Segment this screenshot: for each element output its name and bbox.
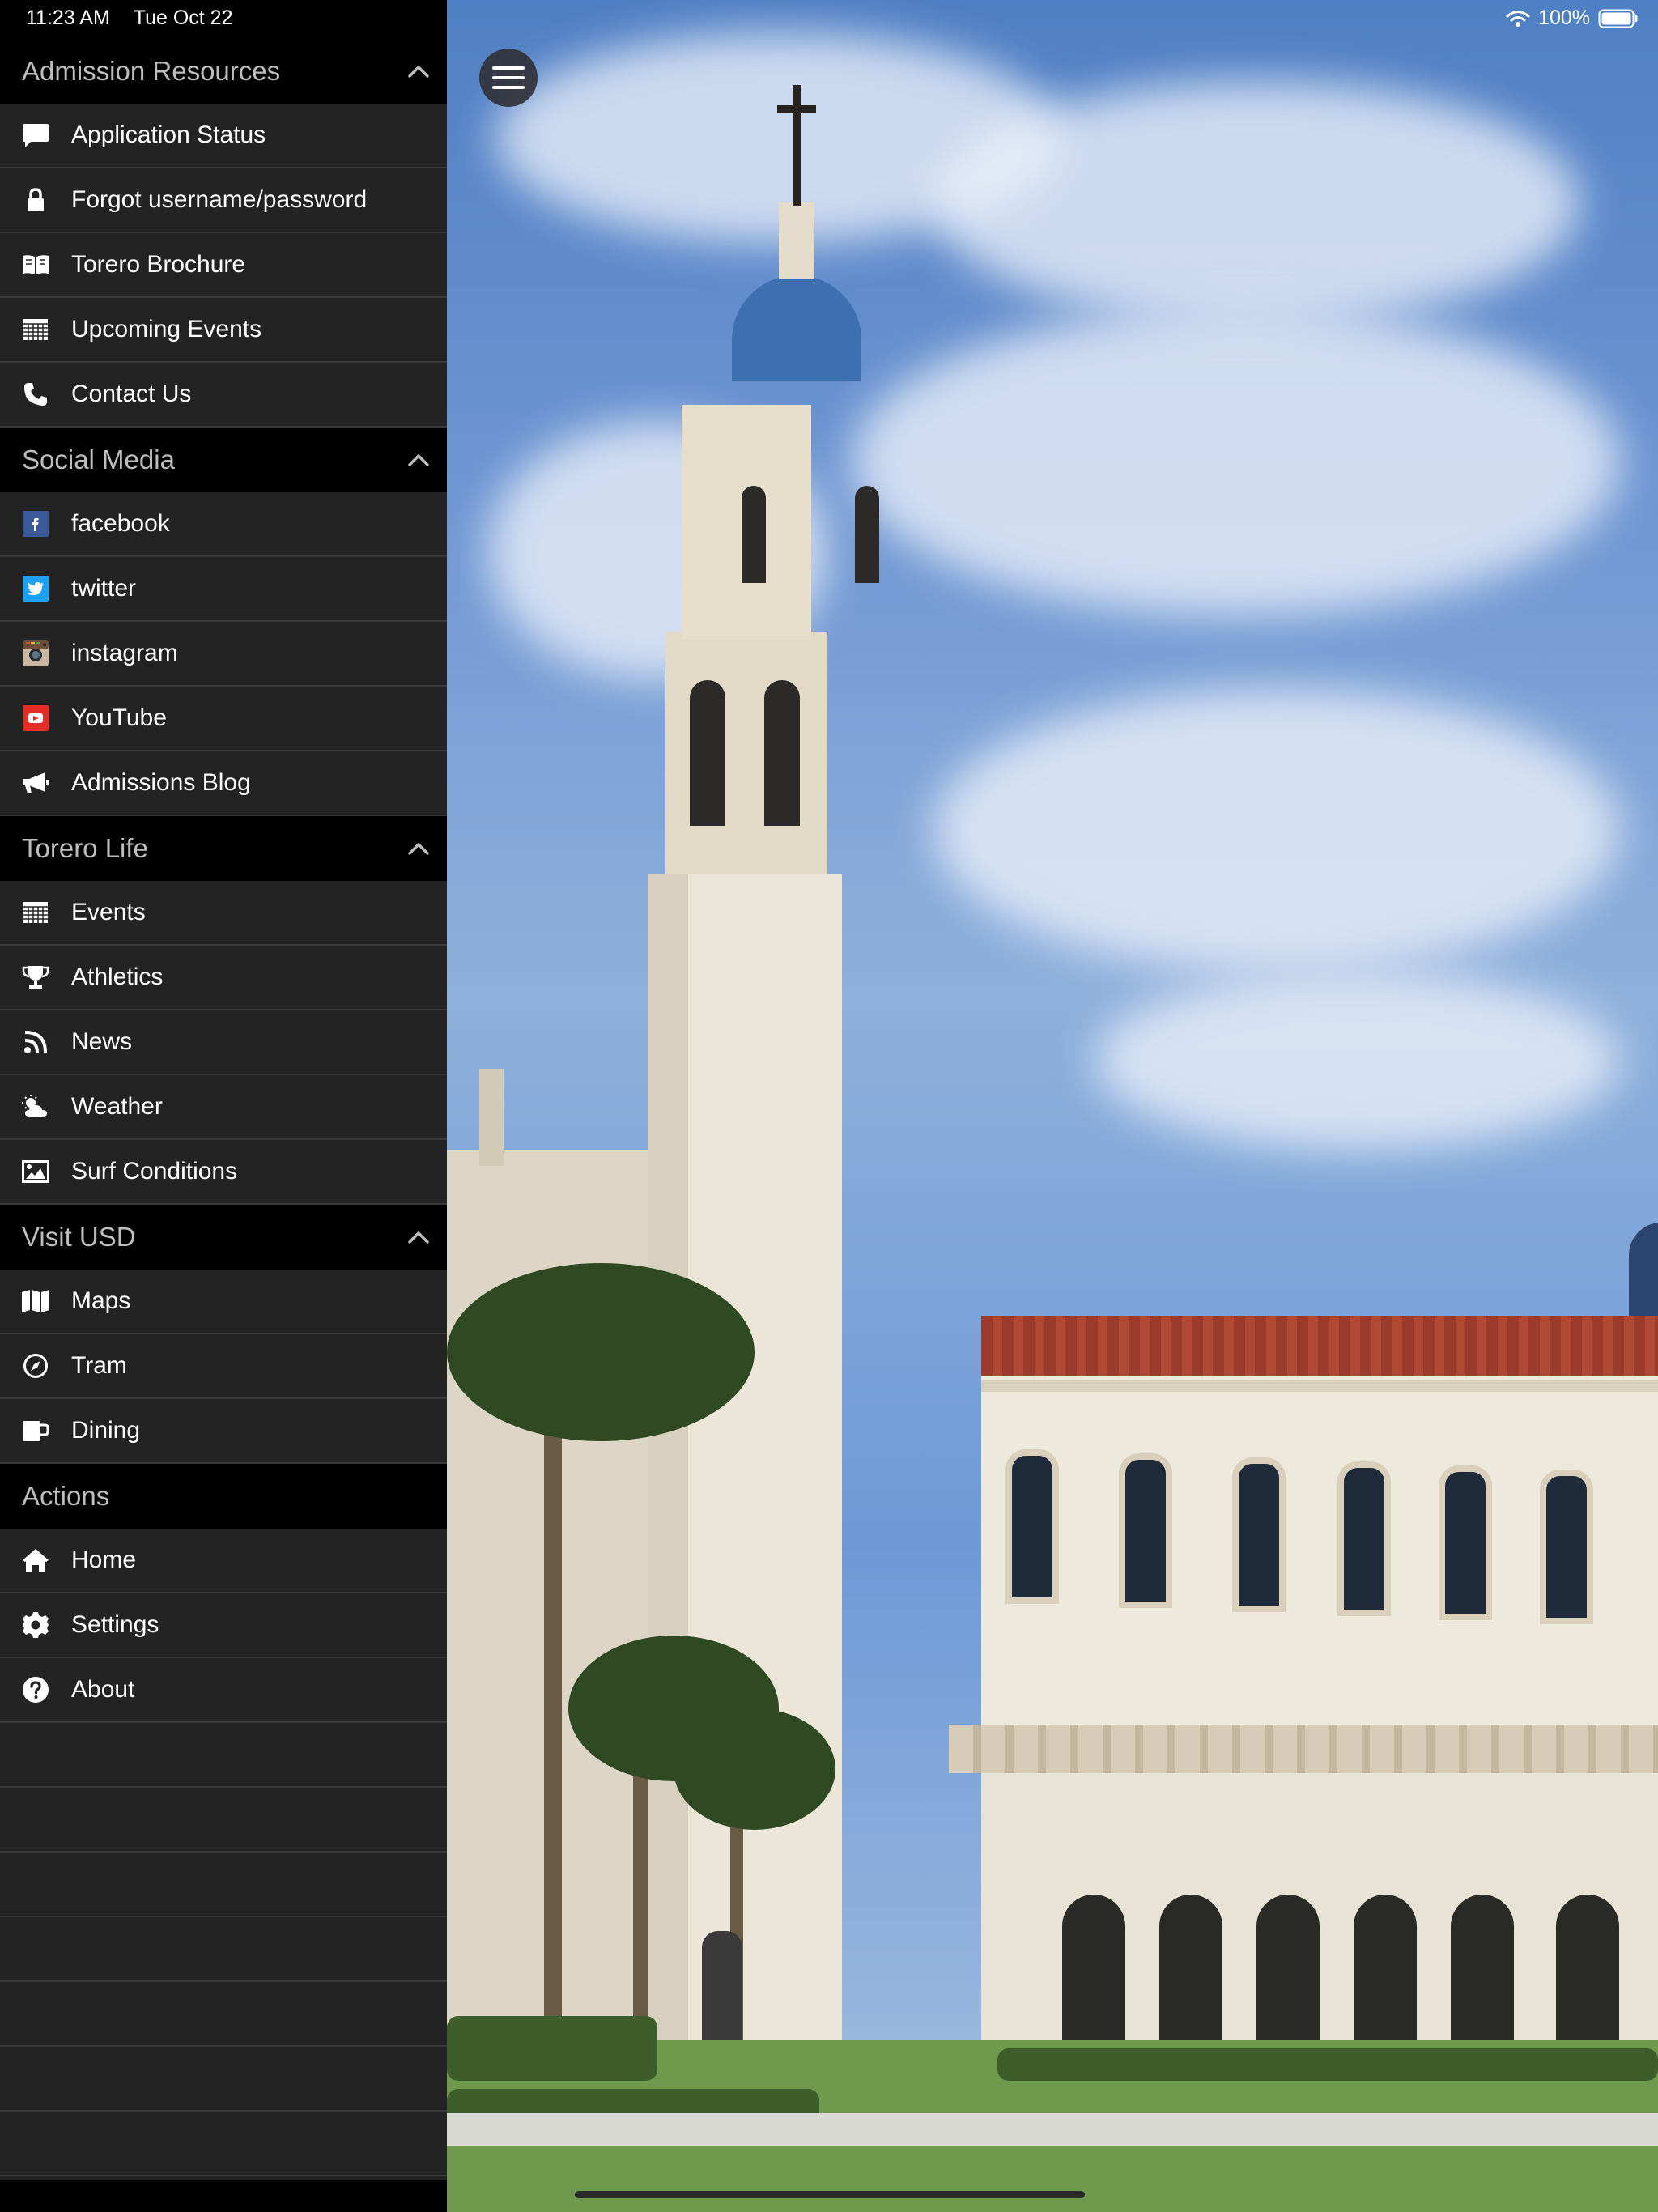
picture-icon <box>21 1157 50 1186</box>
menu-item-label: facebook <box>71 510 170 537</box>
menu-item-athletics[interactable]: Athletics <box>0 946 447 1010</box>
speech-bubble-icon <box>21 121 50 150</box>
calendar-grid-icon <box>21 898 50 927</box>
youtube-icon <box>21 704 50 733</box>
menu-item-tram[interactable]: Tram <box>0 1334 447 1399</box>
phone-icon <box>21 380 50 409</box>
battery-percentage: 100% <box>1538 6 1590 29</box>
facebook-icon <box>21 509 50 538</box>
menu-item-instagram[interactable]: instagram <box>0 622 447 687</box>
map-icon <box>21 1287 50 1316</box>
calendar-grid-icon <box>21 315 50 344</box>
menu-item-maps[interactable]: Maps <box>0 1270 447 1334</box>
menu-item-surf-conditions[interactable]: Surf Conditions <box>0 1140 447 1205</box>
section-title: Visit USD <box>22 1222 136 1252</box>
menu-item-label: Events <box>71 899 146 925</box>
section-title: Torero Life <box>22 833 148 863</box>
home-icon <box>21 1546 50 1575</box>
status-bar-left: 11:23 AM Tue Oct 22 <box>26 6 232 30</box>
empty-row <box>0 2112 447 2176</box>
menu-item-label: Application Status <box>71 121 266 148</box>
menu-item-label: YouTube <box>71 704 167 731</box>
battery-icon <box>1598 9 1638 28</box>
empty-row <box>0 1853 447 1917</box>
megaphone-icon <box>21 768 50 798</box>
menu-item-facebook[interactable]: facebook <box>0 492 447 557</box>
wifi-icon <box>1506 10 1530 27</box>
menu-item-home[interactable]: Home <box>0 1529 447 1593</box>
question-icon <box>21 1675 50 1704</box>
twitter-icon <box>21 574 50 603</box>
empty-row <box>0 1723 447 1788</box>
menu-item-label: Weather <box>71 1093 163 1120</box>
menu-item-forgot-password[interactable]: Forgot username/password <box>0 168 447 233</box>
menu-item-twitter[interactable]: twitter <box>0 557 447 622</box>
section-title: Admission Resources <box>22 56 281 86</box>
menu-item-label: Contact Us <box>71 381 192 407</box>
gear-icon <box>21 1610 50 1640</box>
trophy-icon <box>21 963 50 992</box>
menu-item-events[interactable]: Events <box>0 881 447 946</box>
section-header-admission-resources[interactable]: Admission Resources <box>0 39 447 104</box>
menu-item-settings[interactable]: Settings <box>0 1593 447 1658</box>
instagram-icon <box>21 639 50 668</box>
empty-row <box>0 1982 447 2047</box>
menu-item-about[interactable]: About <box>0 1658 447 1723</box>
menu-item-label: twitter <box>71 575 137 602</box>
background-campus-photo <box>447 0 1658 2212</box>
menu-item-label: Home <box>71 1546 137 1573</box>
section-header-actions: Actions <box>0 1464 447 1529</box>
menu-item-label: Torero Brochure <box>71 251 246 278</box>
menu-item-torero-brochure[interactable]: Torero Brochure <box>0 233 447 298</box>
compass-icon <box>21 1351 50 1380</box>
menu-item-application-status[interactable]: Application Status <box>0 104 447 168</box>
section-title: Actions <box>22 1481 110 1511</box>
chevron-up-icon <box>408 66 429 78</box>
weather-icon <box>21 1092 50 1121</box>
menu-item-label: Athletics <box>71 963 164 990</box>
section-header-social-media[interactable]: Social Media <box>0 428 447 492</box>
menu-item-label: News <box>71 1028 133 1055</box>
home-indicator[interactable] <box>575 2191 1085 2198</box>
menu-item-news[interactable]: News <box>0 1010 447 1075</box>
menu-item-label: Dining <box>71 1417 141 1444</box>
chevron-up-icon <box>408 1231 429 1244</box>
menu-item-label: Surf Conditions <box>71 1158 238 1185</box>
menu-item-label: Settings <box>71 1611 159 1638</box>
menu-item-contact-us[interactable]: Contact Us <box>0 363 447 428</box>
menu-toggle-button[interactable] <box>479 49 538 107</box>
lock-icon <box>21 185 50 215</box>
menu-item-weather[interactable]: Weather <box>0 1075 447 1140</box>
status-bar-right: 100% <box>1506 6 1639 30</box>
sidebar-footer <box>0 2180 447 2212</box>
menu-item-label: Upcoming Events <box>71 316 262 342</box>
menu-item-label: About <box>71 1676 135 1703</box>
empty-row <box>0 2047 447 2112</box>
empty-row <box>0 1788 447 1853</box>
mug-icon <box>21 1416 50 1445</box>
status-time: 11:23 AM <box>26 6 110 29</box>
menu-item-label: Maps <box>71 1287 131 1314</box>
sidebar-menu: Admission Resources Application Status F… <box>0 0 447 2212</box>
status-date: Tue Oct 22 <box>133 6 233 29</box>
menu-item-youtube[interactable]: YouTube <box>0 687 447 751</box>
section-header-torero-life[interactable]: Torero Life <box>0 816 447 881</box>
menu-item-dining[interactable]: Dining <box>0 1399 447 1464</box>
hamburger-icon <box>492 66 525 89</box>
menu-item-admissions-blog[interactable]: Admissions Blog <box>0 751 447 816</box>
menu-item-label: instagram <box>71 640 178 666</box>
empty-row <box>0 1917 447 1982</box>
menu-item-label: Tram <box>71 1352 127 1379</box>
menu-item-label: Forgot username/password <box>71 186 368 213</box>
section-title: Social Media <box>22 445 175 474</box>
menu-item-upcoming-events[interactable]: Upcoming Events <box>0 298 447 363</box>
chevron-up-icon <box>408 843 429 855</box>
rss-icon <box>21 1027 50 1057</box>
book-icon <box>21 250 50 279</box>
chevron-up-icon <box>408 454 429 466</box>
menu-item-label: Admissions Blog <box>71 769 251 796</box>
section-header-visit-usd[interactable]: Visit USD <box>0 1205 447 1270</box>
